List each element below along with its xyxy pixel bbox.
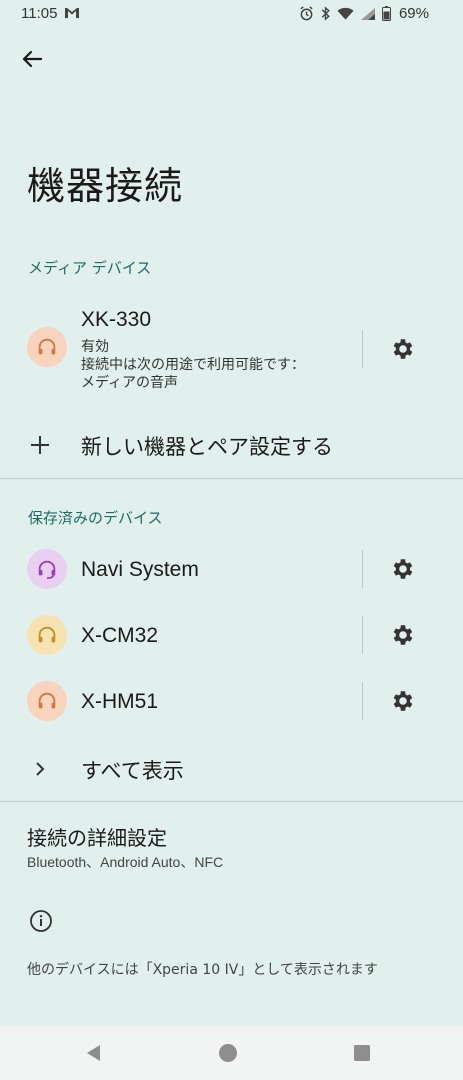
device-avatar	[27, 615, 67, 655]
device-visible-name-note: 他のデバイスには「Xperia 10 IV」として表示されます	[27, 962, 378, 978]
nav-home-icon[interactable]	[218, 1043, 238, 1063]
saved-device-x-cm32[interactable]: X-CM32	[0, 606, 463, 666]
pair-new-device-label: 新しい機器とペア設定する	[81, 435, 333, 459]
device-name: Navi System	[81, 558, 199, 581]
bluetooth-icon	[321, 6, 330, 21]
device-avatar	[27, 681, 67, 721]
navigation-bar	[0, 1026, 463, 1080]
alarm-icon	[300, 6, 313, 21]
status-time: 11:05	[21, 5, 58, 22]
back-arrow-icon[interactable]	[17, 44, 47, 74]
device-avatar	[27, 549, 67, 589]
headphones-icon	[38, 338, 56, 355]
status-bar: 11:05 69%	[0, 0, 463, 28]
nav-recents-icon[interactable]	[352, 1043, 372, 1063]
section-divider	[0, 478, 463, 479]
battery-icon	[381, 6, 391, 21]
device-name: XK-330	[81, 308, 152, 331]
media-device-xk330[interactable]: XK-330 有効 接続中は次の用途で利用可能です： メディアの音声	[0, 300, 463, 400]
battery-percent: 69%	[398, 5, 429, 22]
signal-icon	[360, 7, 375, 20]
info-icon	[30, 910, 52, 932]
media-devices-header: メディア デバイス	[28, 259, 152, 277]
advanced-settings-title: 接続の詳細設定	[27, 826, 167, 850]
nav-back-icon[interactable]	[84, 1043, 104, 1063]
settings-gear-icon[interactable]	[390, 556, 416, 582]
device-usage: メディアの音声	[81, 375, 179, 391]
headset-icon	[38, 560, 56, 579]
page-title: 機器接続	[27, 164, 184, 208]
divider	[362, 682, 363, 720]
status-icons: 69%	[299, 5, 429, 22]
saved-device-x-hm51[interactable]: X-HM51	[0, 672, 463, 732]
show-all-button[interactable]: すべて表示	[0, 741, 463, 797]
advanced-settings-subtitle: Bluetooth、Android Auto、NFC	[27, 854, 224, 870]
gmail-icon	[65, 8, 79, 18]
settings-gear-icon[interactable]	[390, 622, 416, 648]
divider	[362, 550, 363, 588]
device-avatar	[27, 327, 67, 367]
saved-device-navi-system[interactable]: Navi System	[0, 540, 463, 600]
saved-devices-header: 保存済みのデバイス	[28, 509, 163, 527]
pair-new-device-button[interactable]: 新しい機器とペア設定する	[0, 417, 463, 473]
device-connection-info: 接続中は次の用途で利用可能です：	[81, 357, 305, 373]
plus-icon	[31, 436, 49, 454]
settings-gear-icon[interactable]	[390, 336, 416, 362]
device-name: X-HM51	[81, 690, 159, 713]
show-all-label: すべて表示	[81, 759, 184, 783]
chevron-right-icon	[36, 762, 45, 776]
headphones-icon	[38, 692, 56, 709]
section-divider	[0, 801, 463, 802]
divider	[362, 616, 363, 654]
settings-gear-icon[interactable]	[390, 688, 416, 714]
divider	[362, 330, 363, 368]
wifi-icon	[337, 7, 354, 20]
headphones-icon	[38, 626, 56, 643]
device-status: 有効	[81, 339, 109, 355]
device-name: X-CM32	[81, 624, 159, 647]
